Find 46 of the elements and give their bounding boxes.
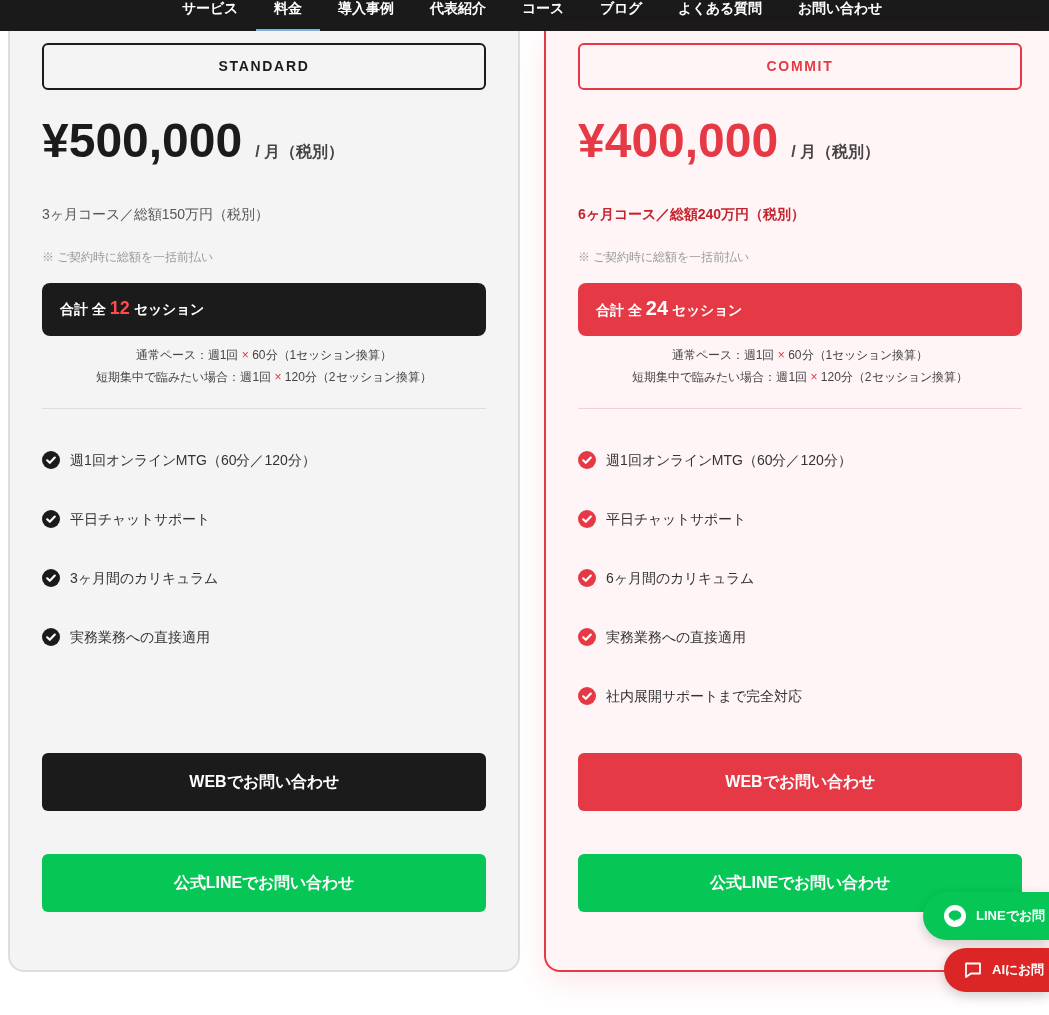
nav-link[interactable]: サービス: [164, 0, 256, 31]
check-circle-icon: [578, 628, 596, 646]
plan-name-label: COMMIT: [578, 43, 1022, 90]
check-circle-icon: [42, 451, 60, 469]
check-circle-icon: [578, 569, 596, 587]
session-pace-note: 通常ペース：週1回 × 60分（1セッション換算）: [671, 347, 929, 364]
contact-button[interactable]: WEBでお問い合わせ: [42, 753, 486, 811]
price-unit: / 月（税別）: [255, 142, 345, 162]
feature-text: 週1回オンラインMTG（60分／120分）: [70, 451, 316, 470]
session-total-banner: 合計 全 24 セッション: [578, 283, 1022, 336]
course-summary: 3ヶ月コース／総額150万円（税別）: [42, 205, 271, 224]
chat-icon: [964, 961, 982, 979]
payment-note: ※ ご契約時に総額を一括前払い: [42, 249, 215, 266]
feature-text: 週1回オンラインMTG（60分／120分）: [606, 451, 852, 470]
price-unit: / 月（税別）: [791, 142, 881, 162]
check-circle-icon: [42, 569, 60, 587]
check-circle-icon: [578, 687, 596, 705]
session-pace-note: 通常ペース：週1回 × 60分（1セッション換算）: [135, 347, 393, 364]
feature-text: 6ヶ月間のカリキュラム: [606, 569, 754, 588]
nav-link[interactable]: 代表紹介: [412, 0, 504, 31]
nav-link[interactable]: コース: [504, 0, 582, 31]
nav-link[interactable]: ブログ: [582, 0, 660, 31]
session-total-banner: 合計 全 12 セッション: [42, 283, 486, 336]
feature-text: 実務業務への直接適用: [70, 628, 210, 647]
plan-name-label: STANDARD: [42, 43, 486, 90]
price: ¥400,000: [578, 113, 779, 169]
feature-text: 平日チャットサポート: [70, 510, 210, 529]
check-circle-icon: [578, 451, 596, 469]
session-pace-note: 短期集中で臨みたい場合：週1回 × 120分（2セッション換算）: [96, 369, 432, 386]
feature-text: 平日チャットサポート: [606, 510, 746, 529]
speech-bubble-icon: [944, 905, 966, 927]
feature-text: 実務業務への直接適用: [606, 628, 746, 647]
nav-link[interactable]: よくある質問: [660, 0, 780, 31]
contact-button[interactable]: WEBでお問い合わせ: [578, 753, 1022, 811]
nav-link[interactable]: お問い合わせ: [780, 0, 900, 31]
nav-link[interactable]: 導入事例: [320, 0, 412, 31]
feature-text: 社内展開サポートまで完全対応: [606, 687, 802, 706]
payment-note: ※ ご契約時に総額を一括前払い: [578, 249, 751, 266]
course-summary: 6ヶ月コース／総額240万円（税別）: [578, 205, 807, 224]
check-circle-icon: [578, 510, 596, 528]
check-circle-icon: [42, 510, 60, 528]
feature-text: 3ヶ月間のカリキュラム: [70, 569, 218, 588]
price: ¥500,000: [42, 113, 243, 169]
check-circle-icon: [42, 628, 60, 646]
floating-contact-button[interactable]: AIにお問: [944, 948, 1049, 992]
session-pace-note: 短期集中で臨みたい場合：週1回 × 120分（2セッション換算）: [632, 369, 968, 386]
